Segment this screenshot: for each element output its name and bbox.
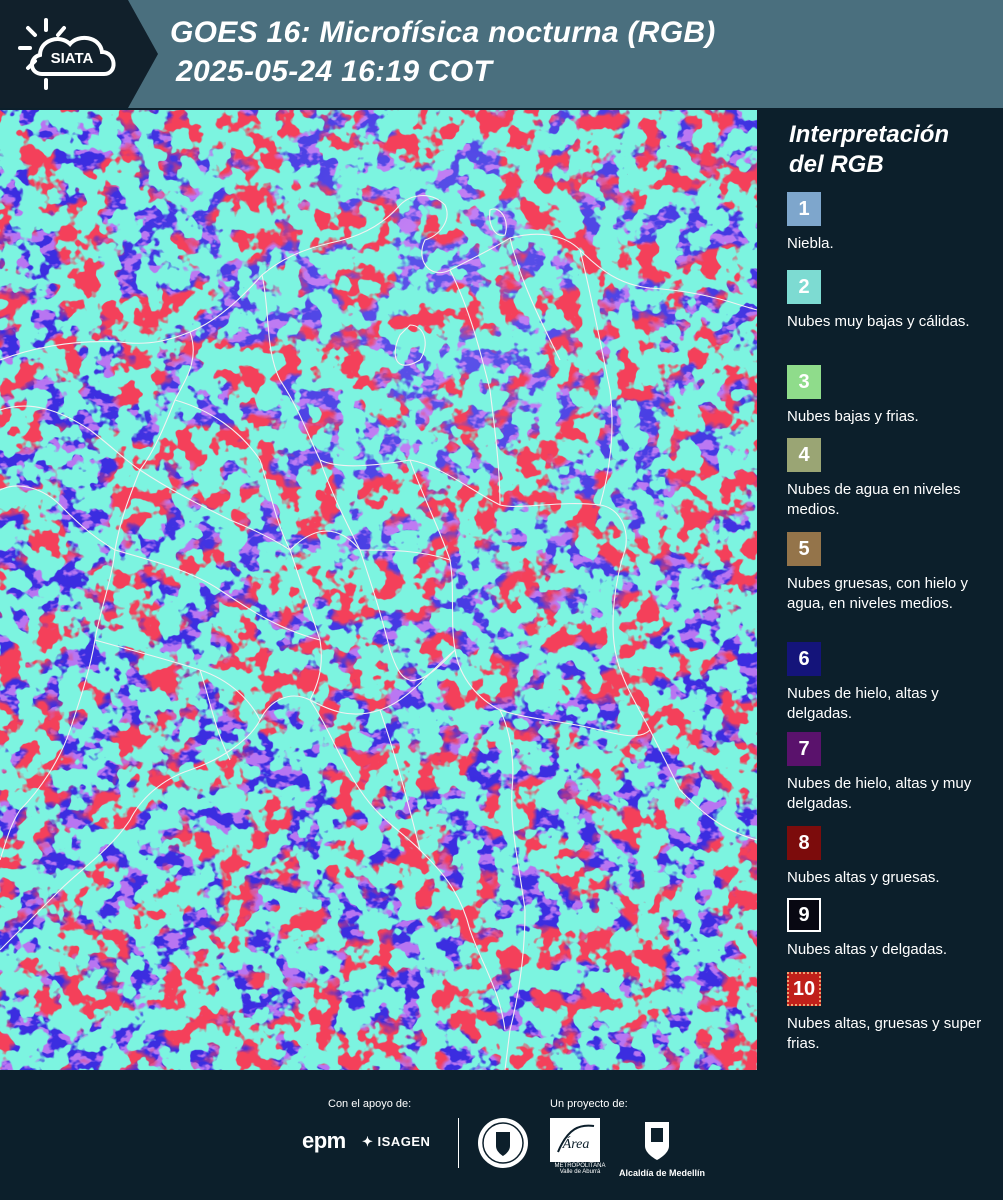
footer: Con el apoyo de: Un proyecto de: epm ✦ I… bbox=[0, 1070, 1003, 1200]
legend-label: Nubes de hielo, altas y delgadas. bbox=[787, 685, 939, 722]
satellite-rgb-map[interactable] bbox=[0, 110, 757, 1070]
legend-item-5: 5 Nubes gruesas, con hielo y agua, en ni… bbox=[787, 532, 987, 614]
legend-swatch: 2 bbox=[787, 270, 821, 304]
project-caption: Un proyecto de: bbox=[550, 1098, 628, 1110]
area-logo-text: Área bbox=[562, 1135, 590, 1152]
support-caption: Con el apoyo de: bbox=[328, 1098, 412, 1110]
header: SIATA GOES 16: Microfísica nocturna (RGB… bbox=[0, 0, 1003, 108]
legend-swatch: 6 bbox=[787, 642, 821, 676]
legend-swatch: 10 bbox=[787, 972, 821, 1006]
legend-swatch: 9 bbox=[787, 898, 821, 932]
legend-item-7: 7 Nubes de hielo, altas y muy delgadas. bbox=[787, 732, 987, 814]
legend-label: Nubes altas, gruesas y super frias. bbox=[787, 1015, 982, 1052]
legend-swatch: 8 bbox=[787, 826, 821, 860]
legend-label: Nubes altas y gruesas. bbox=[787, 869, 940, 886]
page-title: GOES 16: Microfísica nocturna (RGB) bbox=[170, 16, 716, 49]
legend-item-2: 2 Nubes muy bajas y cálidas. bbox=[787, 270, 987, 332]
isagen-star-icon: ✦ bbox=[362, 1134, 374, 1149]
legend-item-4: 4 Nubes de agua en niveles medios. bbox=[787, 438, 987, 520]
legend-item-8: 8 Nubes altas y gruesas. bbox=[787, 826, 987, 888]
legend-swatch: 1 bbox=[787, 192, 821, 226]
legend-label: Nubes de agua en niveles medios. bbox=[787, 481, 961, 518]
siata-logo-text: SIATA bbox=[51, 50, 94, 67]
legend-title: Interpretación del RGB bbox=[789, 121, 950, 178]
legend-label: Nubes altas y delgadas. bbox=[787, 941, 948, 958]
isagen-logo-text: ISAGEN bbox=[377, 1134, 431, 1149]
legend-swatch: 7 bbox=[787, 732, 821, 766]
epm-logo[interactable]: epm bbox=[302, 1128, 346, 1154]
legend-label: Niebla. bbox=[787, 235, 834, 252]
page-timestamp: 2025-05-24 16:19 COT bbox=[176, 55, 493, 88]
area-metropolitana-logo[interactable]: Área bbox=[550, 1118, 610, 1162]
siata-logo[interactable]: SIATA bbox=[0, 0, 158, 108]
legend-label: Nubes de hielo, altas y muy delgadas. bbox=[787, 775, 972, 812]
legend-label: Nubes gruesas, con hielo y agua, en nive… bbox=[787, 575, 968, 612]
siata-logo-graphic: SIATA bbox=[0, 0, 158, 108]
legend-swatch: 3 bbox=[787, 365, 821, 399]
legend-item-1: 1 Niebla. bbox=[787, 192, 987, 254]
area-subtitle: METROPOLITANA Valle de Aburrá bbox=[554, 1163, 606, 1175]
alcaldia-shield-icon[interactable] bbox=[643, 1118, 671, 1162]
footer-divider bbox=[458, 1118, 459, 1168]
alcaldia-logo-text: Alcaldía de Medellín bbox=[618, 1168, 706, 1178]
low-cloud-layer bbox=[0, 110, 757, 1070]
legend-label: Nubes muy bajas y cálidas. bbox=[787, 313, 970, 330]
legend-label: Nubes bajas y frias. bbox=[787, 408, 919, 425]
legend-item-9: 9 Nubes altas y delgadas. bbox=[787, 898, 987, 960]
legend-panel: Interpretación del RGB 1 Niebla. 2 Nubes… bbox=[775, 110, 1003, 1070]
legend-swatch: 5 bbox=[787, 532, 821, 566]
legend-swatch: 4 bbox=[787, 438, 821, 472]
legend-item-10: 10 Nubes altas, gruesas y super frias. bbox=[787, 972, 987, 1054]
legend-item-6: 6 Nubes de hielo, altas y delgadas. bbox=[787, 642, 987, 724]
isagen-logo[interactable]: ✦ ISAGEN bbox=[362, 1134, 430, 1150]
legend-item-3: 3 Nubes bajas y frias. bbox=[787, 365, 987, 427]
medellin-seal-icon[interactable] bbox=[476, 1116, 530, 1170]
